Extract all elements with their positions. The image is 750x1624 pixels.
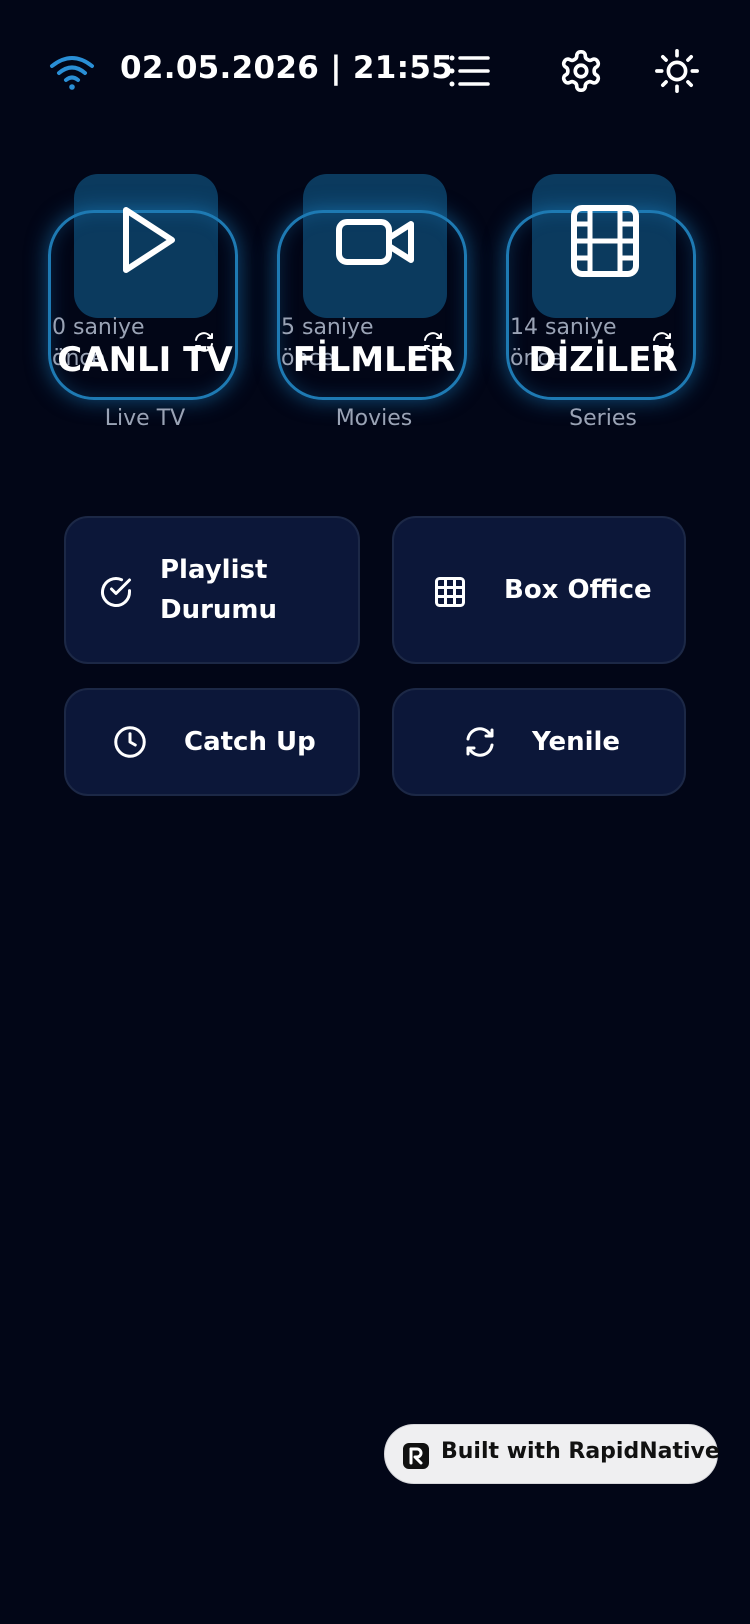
refresh-icon — [462, 724, 498, 760]
film-icon — [554, 202, 654, 282]
action-label: Playlist Durumu — [160, 555, 278, 625]
category-card-movies[interactable]: 5 saniye önce FİLMLER Movies — [277, 170, 477, 431]
card-subtitle: Live TV — [104, 406, 186, 431]
category-card-live-tv[interactable]: 0 saniye önce CANLI TV Live TV — [48, 170, 248, 431]
top-bar: 02.05.2026 | 21:55 — [0, 0, 750, 150]
action-label: Yenile — [532, 727, 621, 757]
box-office-button[interactable]: Box Office — [392, 516, 686, 664]
catch-up-button[interactable]: Catch Up — [64, 688, 360, 796]
built-with-badge[interactable]: Built with RapidNative — [384, 1424, 720, 1484]
card-title: FİLMLER — [292, 340, 456, 380]
category-card-series[interactable]: 14 saniye önce DİZİLER Series — [506, 170, 706, 431]
card-subtitle: Series — [569, 406, 637, 431]
action-label: Catch Up — [184, 727, 316, 757]
wifi-icon — [48, 52, 96, 92]
refresh-button[interactable]: Yenile — [392, 688, 686, 796]
card-subtitle: Movies — [335, 406, 413, 431]
playlist-status-button[interactable]: Playlist Durumu — [64, 516, 360, 664]
badge-label: Built with RapidNative — [441, 1439, 720, 1464]
video-camera-icon — [325, 202, 425, 282]
date-time: 02.05.2026 | 21:55 — [120, 50, 454, 86]
list-icon[interactable] — [446, 48, 492, 94]
card-title: CANLI TV — [57, 340, 233, 380]
check-circle-icon — [98, 574, 134, 610]
gear-icon[interactable] — [558, 48, 604, 94]
rapidnative-logo-icon — [403, 1443, 429, 1469]
sun-icon[interactable] — [654, 48, 700, 94]
play-icon — [96, 202, 196, 282]
clock-icon — [112, 724, 148, 760]
grid-icon — [432, 574, 468, 610]
action-label: Box Office — [504, 575, 652, 605]
card-title: DİZİLER — [528, 340, 678, 380]
